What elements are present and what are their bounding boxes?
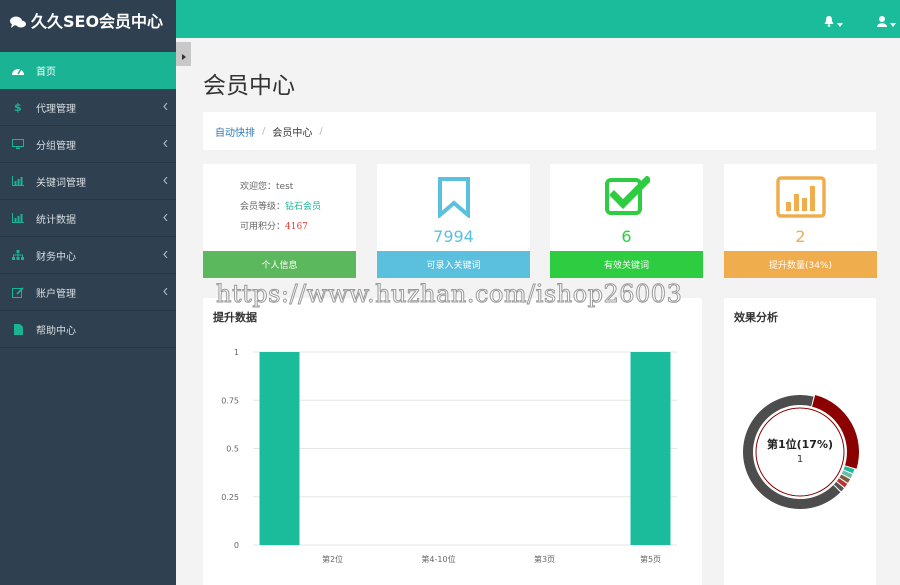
points-value: 4167 — [285, 222, 308, 232]
sidebar-item-6[interactable]: 账户管理 — [0, 274, 176, 311]
bar-chart-icon — [12, 212, 24, 224]
welcome-username: test — [276, 182, 294, 192]
bar-chart-square-icon — [775, 176, 826, 222]
welcome-line: 欢迎您：test — [240, 179, 293, 192]
sidebar-item-1[interactable]: $ 代理管理 — [0, 89, 176, 126]
x-tick-label: 第5页 — [640, 554, 661, 564]
breadcrumb-separator: / — [319, 125, 323, 137]
watermark: https://www.huzhan.com/ishop26003 — [215, 280, 683, 309]
bar-0[interactable] — [259, 352, 300, 545]
valid-keywords-card: 6 有效关键词 — [550, 164, 703, 278]
bar-chart-icon — [12, 175, 24, 187]
user-dropdown[interactable] — [877, 12, 896, 31]
sidebar-item-label: 统计数据 — [36, 214, 76, 226]
y-tick-label: 0 — [234, 541, 239, 550]
x-tick-label: 第2位 — [322, 554, 343, 564]
edit-icon — [12, 286, 24, 298]
bookmark-icon — [437, 176, 471, 222]
chevron-left-icon — [163, 102, 168, 113]
enterable-keywords-card: 7994 可录入关键词 — [377, 164, 530, 278]
brand-title: 久久SEO会员中心 — [31, 12, 164, 31]
sidebar-item-label: 财务中心 — [36, 251, 76, 263]
y-tick-label: 1 — [234, 348, 239, 357]
desktop-icon — [12, 138, 24, 150]
page-title: 会员中心 — [203, 73, 295, 99]
donut-center-label: 第1位(17%) — [767, 437, 833, 451]
member-info-card: 欢迎您：test 会员等级：钻石会员 可用积分：4167 个人信息 — [203, 164, 356, 278]
comments-icon — [10, 14, 26, 28]
brand[interactable]: 久久SEO会员中心 — [0, 0, 176, 40]
member-level-line: 会员等级：钻石会员 — [240, 199, 321, 212]
dashboard-icon — [12, 64, 24, 76]
y-tick-label: 0.25 — [221, 493, 239, 502]
welcome-label: 欢迎您： — [240, 182, 277, 192]
raise-data-bar-chart: 0 0.25 0.5 0.75 1 第2位 第4-10位 第3页 第5页 — [221, 348, 677, 564]
sidebar-item-4[interactable]: 统计数据 — [0, 200, 176, 237]
sidebar-item-label: 分组管理 — [36, 140, 76, 152]
sidebar-item-0[interactable]: 首页 — [0, 52, 176, 89]
donut-inner-ring — [755, 407, 845, 497]
points-label: 可用积分： — [240, 222, 286, 232]
sidebar-item-label: 账户管理 — [36, 288, 76, 300]
bell-icon — [824, 12, 834, 31]
x-tick-label: 第4-10位 — [421, 554, 455, 564]
valid-keywords-count: 6 — [621, 227, 632, 246]
effect-analysis-donut-chart: 第1位(17%) 1 — [743, 394, 859, 509]
caret-right-icon — [181, 45, 186, 64]
sidebar-toggle[interactable] — [176, 42, 191, 66]
enterable-keywords-count: 7994 — [433, 227, 474, 246]
sidebar-item-2[interactable]: 分组管理 — [0, 126, 176, 163]
x-tick-label: 第3页 — [534, 554, 555, 564]
chevron-left-icon — [163, 287, 168, 298]
dollar-icon: $ — [12, 101, 24, 113]
donut-center-value: 1 — [797, 454, 803, 465]
sidebar-item-label: 帮助中心 — [36, 325, 76, 337]
sidebar-item-3[interactable]: 关键词管理 — [0, 163, 176, 200]
chevron-left-icon — [163, 176, 168, 187]
file-icon — [12, 323, 24, 335]
sidebar-item-5[interactable]: 财务中心 — [0, 237, 176, 274]
sidebar-item-label: 关键词管理 — [36, 177, 86, 189]
caret-down-icon — [837, 12, 843, 31]
raised-count-button[interactable]: 提升数量(34%) — [724, 251, 877, 278]
sidebar-nav: 首页 $ 代理管理分组管理关键词管理统计数据财务中心账户管理帮助中心 — [0, 52, 176, 348]
chevron-left-icon — [163, 139, 168, 150]
effect-analysis-panel: 效果分析 第1位(17%) 1 — [724, 298, 876, 585]
enterable-keywords-button[interactable]: 可录入关键词 — [377, 251, 530, 278]
raised-count-card: 2 提升数量(34%) — [724, 164, 877, 278]
chevron-left-icon — [163, 213, 168, 224]
breadcrumb-current: 会员中心 — [272, 127, 313, 139]
breadcrumb: 自动快排 / 会员中心 / — [203, 112, 876, 150]
raise-data-panel: 提升数据 0 0.25 0.5 0.75 1 第2位 第4-10位 第3页 第5页 — [203, 298, 702, 585]
sidebar-item-label: 首页 — [36, 66, 56, 78]
donut-slice-0[interactable] — [812, 394, 859, 469]
y-tick-label: 0.75 — [221, 396, 239, 405]
sidebar: 久久SEO会员中心 首页 $ 代理管理分组管理关键词管理统计数据财务中心账户管理帮助… — [0, 0, 176, 585]
caret-down-icon — [890, 12, 896, 31]
member-level-value: 钻石会员 — [285, 202, 322, 212]
sitemap-icon — [12, 249, 24, 261]
bar-7[interactable] — [630, 352, 671, 545]
chevron-left-icon — [163, 250, 168, 261]
top-navbar — [176, 0, 900, 38]
notification-dropdown[interactable] — [824, 12, 843, 31]
user-icon — [877, 12, 887, 31]
breadcrumb-separator: / — [262, 125, 266, 137]
sidebar-item-7[interactable]: 帮助中心 — [0, 311, 176, 348]
raised-count-value: 2 — [795, 227, 806, 246]
member-info-button[interactable]: 个人信息 — [203, 251, 356, 278]
points-line: 可用积分：4167 — [240, 219, 308, 232]
svg-text:$: $ — [14, 101, 22, 113]
y-tick-label: 0.5 — [226, 445, 239, 454]
valid-keywords-button[interactable]: 有效关键词 — [550, 251, 703, 278]
breadcrumb-home-link[interactable]: 自动快排 — [215, 124, 255, 139]
sidebar-item-label: 代理管理 — [36, 103, 76, 115]
member-level-label: 会员等级： — [240, 202, 286, 212]
check-square-icon — [604, 175, 652, 220]
